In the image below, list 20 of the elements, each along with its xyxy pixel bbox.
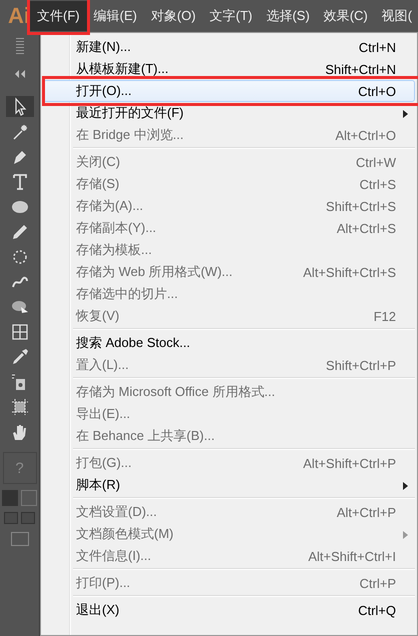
menu-item[interactable]: 退出(X) Ctrl+Q: [43, 599, 415, 621]
stroke-swatch[interactable]: [21, 490, 37, 506]
collapse-icon[interactable]: [14, 70, 26, 78]
submenu-arrow-icon: [403, 110, 408, 118]
submenu-arrow-icon: [403, 531, 408, 539]
menu-item[interactable]: 脚本(R): [43, 474, 415, 496]
help-mark: ?: [15, 460, 24, 476]
fill-swatch[interactable]: [2, 490, 18, 506]
menu-item[interactable]: 最近打开的文件(F): [43, 102, 415, 124]
menu-bar-item[interactable]: 对象(O): [144, 1, 203, 31]
menu-item[interactable]: 新建(N)... Ctrl+N: [43, 36, 415, 58]
menu-bar-item[interactable]: 文件(F): [30, 1, 87, 31]
menu-bar-item[interactable]: 编辑(E): [86, 1, 144, 31]
menu-bar-item[interactable]: 文字(T): [202, 1, 260, 31]
menu-bar-item[interactable]: 视图(: [374, 1, 418, 31]
menu-bar-item[interactable]: 选择(S): [259, 1, 317, 31]
menu-bar-item[interactable]: 效果(C): [316, 1, 375, 31]
menu-item[interactable]: 从模板新建(T)... Shift+Ctrl+N: [43, 58, 415, 80]
menu-item[interactable]: 搜索 Adobe Stock...: [43, 332, 415, 354]
submenu-arrow-icon: [403, 482, 408, 490]
